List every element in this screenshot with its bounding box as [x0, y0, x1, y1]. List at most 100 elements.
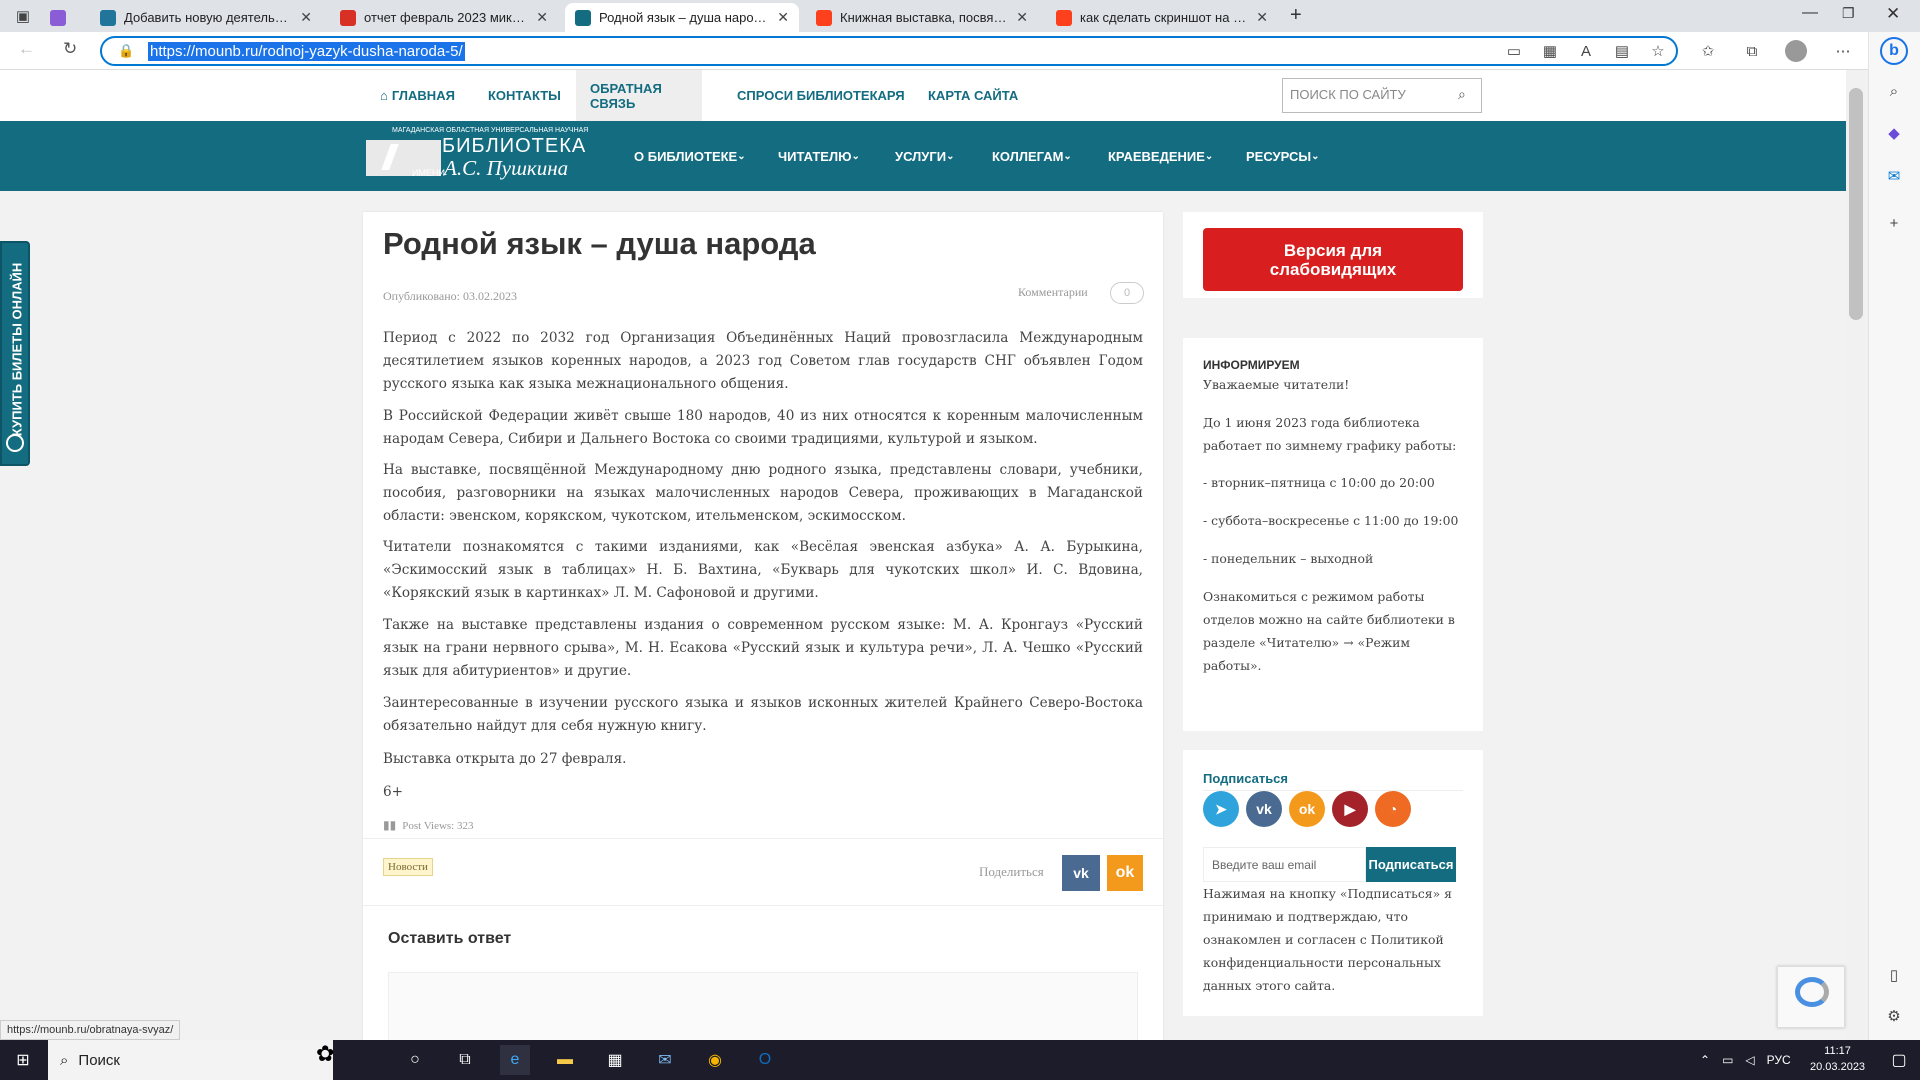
sidebar-toggle-icon[interactable]: ▯ — [1883, 964, 1905, 986]
browser-tab[interactable]: Книжная выставка, посвящённая ✕ — [806, 3, 1038, 32]
shopping-icon[interactable]: ◆ — [1883, 122, 1905, 144]
close-tab-icon[interactable]: ✕ — [300, 9, 312, 26]
close-tab-icon[interactable]: ✕ — [1016, 9, 1028, 26]
chrome-icon[interactable]: ◉ — [700, 1045, 730, 1075]
close-tab-icon[interactable]: ✕ — [536, 9, 548, 26]
search-side-icon[interactable]: ⌕ — [1883, 80, 1905, 102]
divider — [363, 905, 1163, 906]
odnoklassniki-icon: ok — [1115, 864, 1135, 881]
profile-avatar[interactable] — [1785, 40, 1807, 62]
telegram-icon[interactable]: ➤ — [1203, 791, 1239, 827]
article-paragraph: Заинтересованные в изучении русского язы… — [383, 695, 1143, 734]
rss-icon[interactable]: ◔ — [1375, 791, 1411, 827]
recaptcha-badge[interactable] — [1777, 966, 1845, 1028]
nav-ask-librarian[interactable]: СПРОСИ БИБЛИОТЕКАРЯ — [723, 70, 919, 121]
close-window-button[interactable]: ✕ — [1886, 4, 1900, 24]
reader-icon[interactable]: ▤ — [1611, 40, 1633, 62]
accessibility-button-label: Версия для слабовидящих — [1269, 240, 1397, 279]
divider — [363, 838, 1163, 839]
tab-actions-icon[interactable]: ▣ — [12, 5, 34, 27]
browser-tab[interactable]: отчет февраль 2023 микульт.pdf ✕ — [330, 3, 558, 32]
info-departments: Ознакомиться с режимом работы отделов мо… — [1203, 589, 1455, 673]
comments-count[interactable]: 0 — [1110, 282, 1144, 304]
info-schedule-tue-fri: - вторник–пятница с 10:00 до 20:00 — [1203, 475, 1435, 490]
tag-badge[interactable]: Новости — [383, 858, 433, 876]
favorite-star-icon[interactable]: ☆ — [1647, 40, 1669, 62]
article-paragraph: Период с 2022 по 2032 год Организация Об… — [383, 330, 1143, 392]
nav-feedback[interactable]: ОБРАТНАЯ СВЯЗЬ — [576, 70, 702, 121]
nav-home[interactable]: ⌂ ГЛАВНАЯ — [366, 70, 469, 121]
qr-icon[interactable]: ▦ — [1539, 40, 1561, 62]
new-tab-button[interactable]: + — [1290, 4, 1302, 27]
read-aloud-icon[interactable]: A — [1575, 40, 1597, 62]
browser-tab[interactable] — [40, 3, 82, 32]
browser-tab[interactable]: Родной язык – душа народа | М ✕ — [565, 3, 799, 32]
menu-item[interactable]: УСЛУГИ ⌄ — [895, 121, 954, 191]
collections-icon[interactable]: ⧉ — [1741, 40, 1763, 62]
youtube-icon[interactable]: ▶ — [1332, 791, 1368, 827]
menu-item[interactable]: О БИБЛИОТЕКЕ ⌄ — [634, 121, 746, 191]
add-side-icon[interactable]: + — [1883, 212, 1905, 234]
close-tab-icon[interactable]: ✕ — [777, 9, 789, 26]
accessibility-button[interactable]: Версия для слабовидящих — [1203, 228, 1463, 291]
search-icon: ⌕ — [60, 1051, 69, 1069]
more-menu-icon[interactable]: ⋯ — [1832, 40, 1854, 62]
search-icon[interactable]: ⌕ — [1458, 86, 1466, 103]
nav-contacts[interactable]: КОНТАКТЫ — [474, 70, 575, 121]
system-tray[interactable]: ⌃ ▭ ◁ РУС — [1700, 1040, 1791, 1080]
explorer-icon[interactable]: ▬ — [550, 1045, 580, 1075]
logo-line3: ИМЕНИ — [412, 168, 445, 178]
minimize-button[interactable]: — — [1802, 4, 1818, 22]
task-view-icon[interactable]: ⧉ — [450, 1045, 480, 1075]
windows-start-icon[interactable]: ⊞ — [8, 1045, 38, 1075]
share-ok-button[interactable]: ok — [1107, 855, 1143, 891]
outlook-taskbar-icon[interactable]: O — [750, 1045, 780, 1075]
favorites-icon[interactable]: ✩ — [1697, 40, 1719, 62]
store-icon[interactable]: ▦ — [600, 1045, 630, 1075]
menu-item[interactable]: КРАЕВЕДЕНИЕ ⌄ — [1108, 121, 1213, 191]
network-icon[interactable]: ▭ — [1722, 1053, 1733, 1067]
reload-icon[interactable]: ↻ — [63, 39, 77, 59]
language-indicator[interactable]: РУС — [1767, 1053, 1791, 1067]
ok-social-icon[interactable]: ok — [1289, 791, 1325, 827]
url-text[interactable]: https://mounb.ru/rodnoj-yazyk-dusha-naro… — [148, 42, 465, 61]
browser-tab[interactable]: Добавить новую деятельность ✕ — [90, 3, 322, 32]
chevron-down-icon: ⌄ — [1063, 150, 1072, 162]
cortana-icon[interactable]: ○ — [400, 1045, 430, 1075]
scrollbar-thumb[interactable] — [1849, 88, 1863, 320]
mail-icon[interactable]: ✉ — [650, 1045, 680, 1075]
close-tab-icon[interactable]: ✕ — [1256, 9, 1268, 26]
settings-gear-icon[interactable]: ⚙ — [1883, 1005, 1905, 1027]
edge-taskbar-icon[interactable]: e — [500, 1045, 530, 1075]
browser-tab-label: отчет февраль 2023 микульт.pdf — [364, 10, 528, 25]
flowers-icon[interactable]: ✿ — [316, 1041, 334, 1067]
share-vk-button[interactable]: vk — [1062, 855, 1100, 891]
restore-button[interactable]: ❐ — [1842, 5, 1855, 22]
menu-item-label: КОЛЛЕГАМ — [992, 148, 1064, 164]
volume-icon[interactable]: ◁ — [1745, 1053, 1754, 1067]
email-input[interactable]: Введите ваш email — [1203, 847, 1366, 882]
tray-up-icon[interactable]: ⌃ — [1700, 1053, 1710, 1067]
info-schedule-sat-sun: - суббота–воскресенье с 11:00 до 19:00 — [1203, 513, 1459, 528]
yandex-icon — [816, 9, 832, 26]
nav-home-label: ГЛАВНАЯ — [391, 88, 455, 103]
menu-item[interactable]: ЧИТАТЕЛЮ ⌄ — [778, 121, 860, 191]
cast-icon[interactable]: ▭ — [1503, 40, 1525, 62]
menu-item[interactable]: РЕСУРСЫ ⌄ — [1246, 121, 1320, 191]
bing-icon[interactable]: b — [1880, 37, 1908, 65]
nav-sitemap[interactable]: КАРТА САЙТА — [914, 70, 1032, 121]
outlook-icon[interactable]: ✉ — [1883, 165, 1905, 187]
subscribe-button[interactable]: Подписаться — [1366, 847, 1456, 882]
menu-item[interactable]: КОЛЛЕГАМ ⌄ — [992, 121, 1072, 191]
vk-social-icon[interactable]: vk — [1246, 791, 1282, 827]
site-icon — [575, 9, 591, 26]
taskbar-search[interactable]: ⌕ Поиск — [48, 1040, 333, 1080]
clock[interactable]: 11:17 20.03.2023 — [1810, 1043, 1865, 1075]
browser-tab[interactable]: как сделать скриншот на компьютере ✕ — [1046, 3, 1278, 32]
lock-icon[interactable]: 🔒 — [118, 43, 134, 59]
publish-date: Опубликовано: 03.02.2023 — [383, 289, 517, 303]
notifications-icon[interactable]: ▢ — [1884, 1045, 1914, 1075]
wordpress-icon — [100, 9, 116, 26]
comments-label[interactable]: Комментарии — [1018, 285, 1088, 300]
back-icon[interactable]: ← — [18, 39, 35, 59]
